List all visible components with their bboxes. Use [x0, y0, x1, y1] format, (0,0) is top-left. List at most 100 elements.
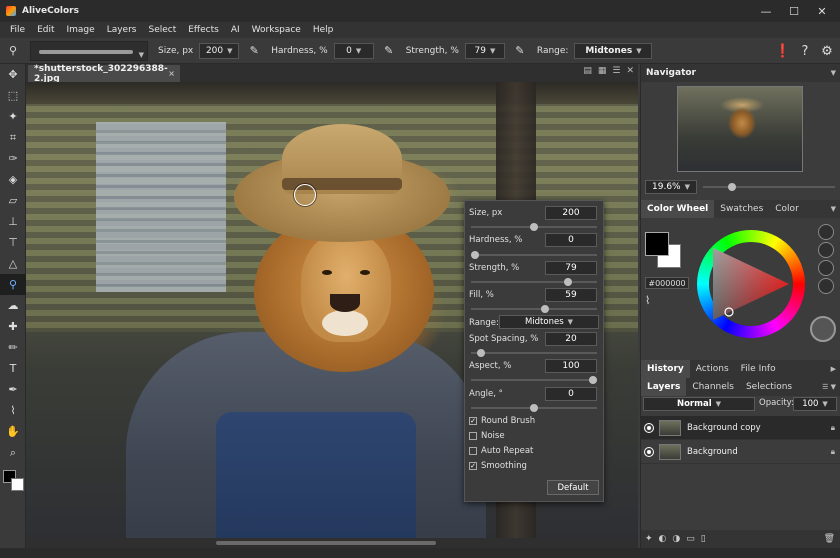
eraser-tool-icon[interactable]: ▱	[0, 190, 26, 211]
slider-knob[interactable]	[471, 251, 479, 259]
text-tool-icon[interactable]: T	[0, 358, 26, 379]
marquee-tool-icon[interactable]: ⬚	[0, 85, 26, 106]
add-mask-icon[interactable]: ◐	[659, 534, 667, 544]
default-button[interactable]: Default	[547, 480, 599, 495]
hand-tool-icon[interactable]: ✋	[0, 421, 26, 442]
opacity-input[interactable]: 100 ▼	[793, 397, 837, 411]
help-icon[interactable]: ?	[796, 42, 814, 60]
slider-knob[interactable]	[530, 404, 538, 412]
popup-size-input[interactable]: 200	[545, 206, 597, 220]
slider-knob[interactable]	[727, 183, 736, 191]
tab-swatches[interactable]: Swatches	[714, 200, 769, 218]
chevron-down-icon[interactable]: ▼	[831, 69, 836, 77]
zoom-slider[interactable]	[703, 183, 835, 191]
popup-angle-slider[interactable]	[471, 404, 597, 412]
tab-history[interactable]: History	[641, 360, 690, 378]
menu-ai[interactable]: AI	[225, 25, 246, 35]
tab-selections[interactable]: Selections	[740, 378, 798, 396]
popup-aspect-input[interactable]: 100	[545, 359, 597, 373]
slider-knob[interactable]	[540, 305, 549, 313]
menu-icon[interactable]: ☰	[612, 66, 620, 76]
menu-icon[interactable]: ☰ ▼	[822, 383, 836, 391]
color-triangle[interactable]	[709, 242, 793, 326]
size-input[interactable]: 200 ▼	[199, 42, 240, 59]
popup-strength-input[interactable]: 79	[545, 261, 597, 275]
horizontal-scrollbar[interactable]	[26, 538, 638, 548]
menu-effects[interactable]: Effects	[182, 25, 225, 35]
clone-tool-icon[interactable]: ⊤	[0, 232, 26, 253]
range-select[interactable]: Midtones ▼	[574, 42, 653, 59]
tile-windows-icon[interactable]: ▦	[598, 66, 607, 76]
popup-spacing-input[interactable]: 20	[545, 332, 597, 346]
new-layer-icon[interactable]: ▯	[701, 534, 706, 544]
new-group-icon[interactable]: ▭	[686, 534, 695, 544]
slider-knob[interactable]	[530, 223, 538, 231]
move-tool-icon[interactable]: ✥	[0, 64, 26, 85]
add-effect-icon[interactable]: ✦	[645, 534, 653, 544]
brush-tool-icon[interactable]: ✑	[0, 148, 26, 169]
layer-row[interactable]: Background 🔒︎	[641, 440, 840, 464]
document-tab[interactable]: *shutterstock_302296388-2.jpg ×	[28, 64, 180, 84]
color-wheel[interactable]	[697, 230, 805, 338]
checkbox[interactable]: ✓	[469, 462, 477, 470]
hex-color-field[interactable]: #000000	[645, 277, 689, 289]
lock-icon[interactable]: 🔒︎	[831, 423, 835, 433]
color-mode-icon[interactable]	[818, 278, 834, 294]
scrollbar-thumb[interactable]	[216, 541, 436, 545]
menu-workspace[interactable]: Workspace	[246, 25, 307, 35]
tab-file-info[interactable]: File Info	[735, 360, 782, 378]
hardness-input[interactable]: 0 ▼	[333, 42, 374, 59]
menu-file[interactable]: File	[4, 25, 31, 35]
tab-layers[interactable]: Layers	[641, 378, 687, 396]
background-color-swatch[interactable]	[11, 478, 24, 491]
strength-input[interactable]: 79 ▼	[464, 42, 505, 59]
slider-knob[interactable]	[564, 278, 573, 286]
pencil-tool-icon[interactable]: ✏	[0, 337, 26, 358]
navigator-thumbnail[interactable]	[677, 86, 803, 172]
noise-checkbox[interactable]: Noise	[469, 429, 505, 443]
pen-tool-icon[interactable]: ✒	[0, 379, 26, 400]
menu-help[interactable]: Help	[307, 25, 340, 35]
auto-repeat-checkbox[interactable]: Auto Repeat	[469, 444, 533, 458]
visibility-eye-icon[interactable]	[645, 423, 653, 432]
minimize-button[interactable]: —	[752, 0, 780, 22]
blend-mode-select[interactable]: Normal ▼	[643, 397, 755, 411]
smoothing-checkbox[interactable]: ✓ Smoothing	[469, 459, 527, 473]
tab-actions[interactable]: Actions	[690, 360, 735, 378]
crop-tool-icon[interactable]: ⌗	[0, 127, 26, 148]
color-mode-icon[interactable]	[818, 224, 834, 240]
popup-fill-slider[interactable]	[471, 305, 597, 313]
eyedropper-tool-icon[interactable]: ⌇	[0, 400, 26, 421]
menu-layers[interactable]: Layers	[101, 25, 143, 35]
pressure-pen-icon[interactable]: ✎	[247, 44, 261, 57]
magic-wand-tool-icon[interactable]: ✦	[0, 106, 26, 127]
paint-bucket-tool-icon[interactable]: ◈	[0, 169, 26, 190]
tab-channels[interactable]: Channels	[686, 378, 740, 396]
pressure-pen-icon[interactable]: ✎	[382, 44, 396, 57]
dodge-tool-icon[interactable]: ⚲	[0, 274, 26, 295]
eyedropper-icon[interactable]: ⌇	[645, 294, 650, 307]
menu-select[interactable]: Select	[142, 25, 182, 35]
pressure-pen-icon[interactable]: ✎	[513, 44, 527, 57]
popup-angle-input[interactable]: 0	[545, 387, 597, 401]
layer-row[interactable]: Background copy 🔒︎	[641, 416, 840, 440]
popup-fill-input[interactable]: 59	[545, 288, 597, 302]
sharpen-tool-icon[interactable]: △	[0, 253, 26, 274]
tab-color-wheel[interactable]: Color Wheel	[641, 200, 715, 218]
close-icon[interactable]: ✕	[626, 66, 634, 76]
popup-range-select[interactable]: Midtones ▼	[499, 315, 599, 329]
document-info-icon[interactable]: ▤	[583, 66, 592, 76]
slider-knob[interactable]	[589, 376, 597, 384]
popup-spacing-slider[interactable]	[471, 349, 597, 357]
checkbox[interactable]	[469, 432, 477, 440]
feedback-icon[interactable]: ❗	[774, 42, 792, 60]
zoom-tool-icon[interactable]: ⌕	[0, 442, 26, 463]
close-tab-icon[interactable]: ×	[168, 69, 175, 78]
popup-strength-slider[interactable]	[471, 278, 597, 286]
slider-knob[interactable]	[476, 349, 485, 357]
visibility-eye-icon[interactable]	[645, 447, 653, 456]
color-mode-icon[interactable]	[818, 242, 834, 258]
smudge-tool-icon[interactable]: ☁	[0, 295, 26, 316]
tab-color[interactable]: Color	[769, 200, 805, 218]
chevron-right-icon[interactable]: ▶	[831, 365, 836, 373]
